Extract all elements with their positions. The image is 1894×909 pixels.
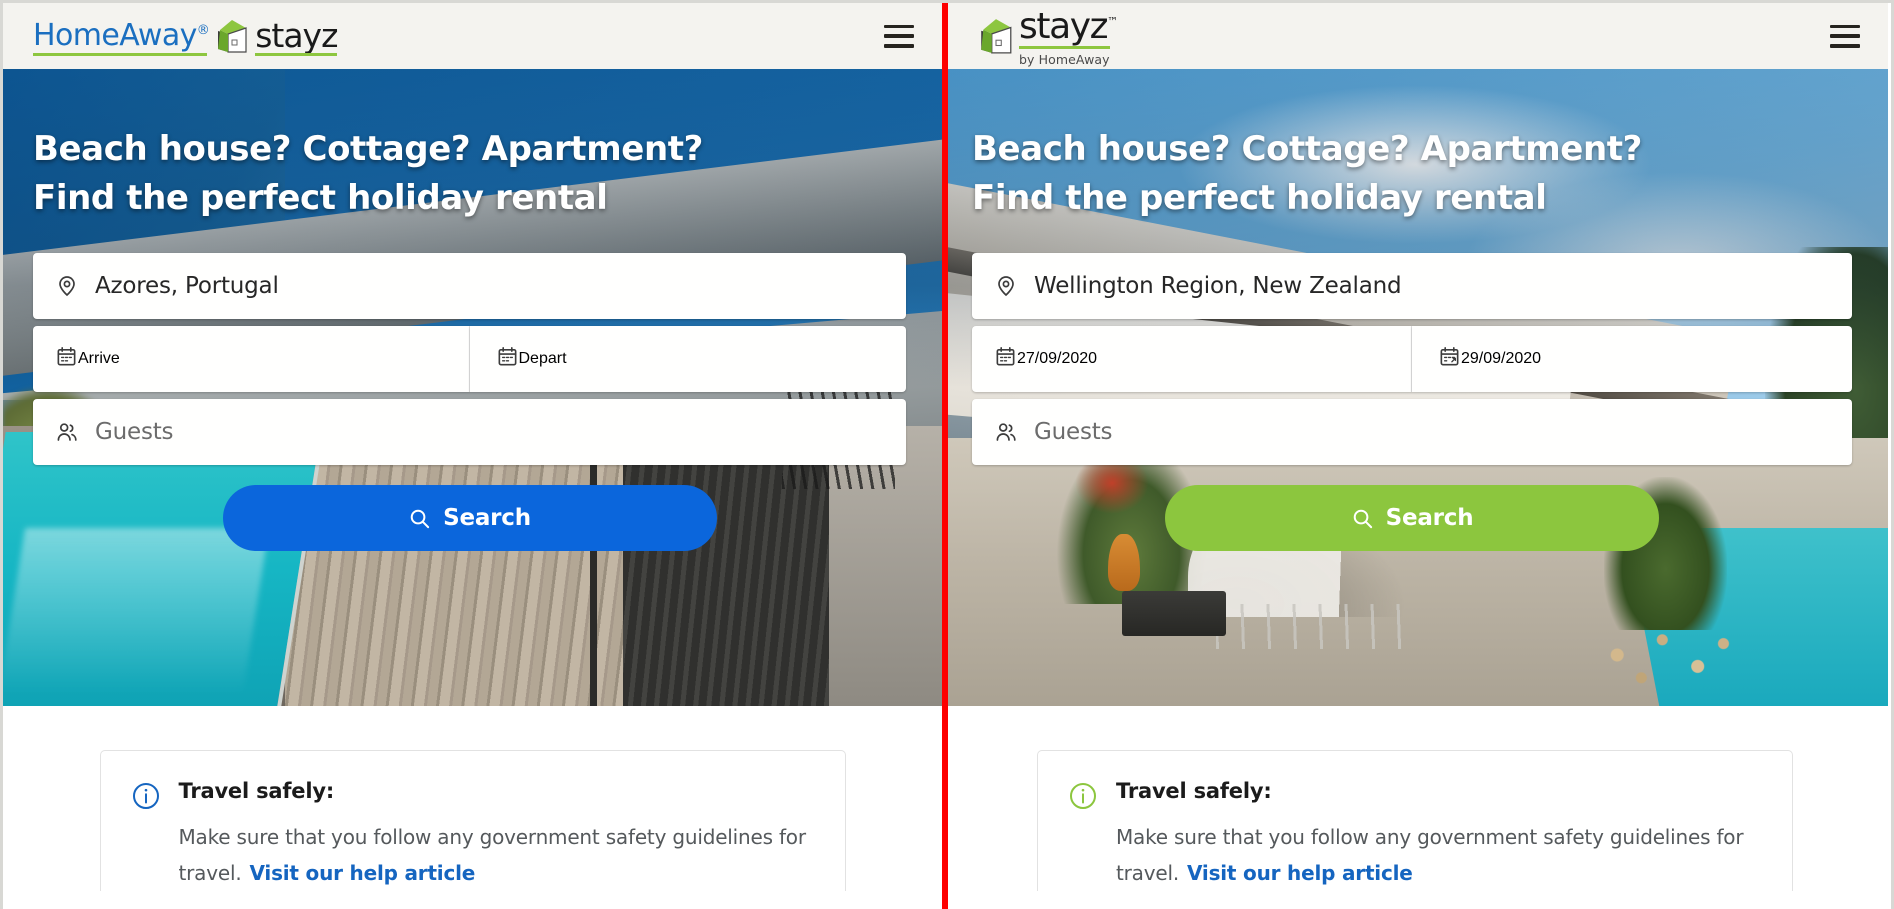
location-value: Azores, Portugal <box>95 273 279 299</box>
guests-input[interactable]: Guests <box>972 399 1852 465</box>
notice-body: Make sure that you follow any government… <box>1116 819 1758 891</box>
homeaway-wordmark: HomeAway® <box>33 15 210 56</box>
notice-body: Make sure that you follow any government… <box>179 819 811 891</box>
search-button[interactable]: Search <box>222 485 717 551</box>
map-pin-icon <box>55 273 81 299</box>
hero-headline: Beach house? Cottage? Apartment? Find th… <box>33 125 906 223</box>
guests-input[interactable]: Guests <box>33 399 906 465</box>
hamburger-menu-icon[interactable] <box>1830 24 1860 48</box>
hamburger-bar <box>884 34 914 38</box>
search-button-label: Search <box>443 505 531 531</box>
headline-line-1: Beach house? Cottage? Apartment? <box>33 129 703 169</box>
left-content-area: Travel safely: Make sure that you follow… <box>3 706 942 906</box>
hamburger-bar <box>1830 24 1860 28</box>
trademark-mark: ™ <box>1107 15 1119 28</box>
arrive-date-input[interactable]: 27/09/2020 <box>972 326 1412 392</box>
hamburger-bar <box>1830 34 1860 38</box>
right-header-bar: stayz™ by HomeAway <box>942 3 1888 69</box>
arrive-date-value: 27/09/2020 <box>1017 350 1098 367</box>
calendar-icon <box>1438 345 1461 373</box>
date-row: 27/09/2020 29/09/2020 <box>972 326 1852 392</box>
location-value: Wellington Region, New Zealand <box>1034 273 1402 299</box>
guests-icon <box>55 419 81 445</box>
search-icon <box>1351 507 1374 530</box>
arrive-date-value: Arrive <box>78 350 120 367</box>
comparison-page: HomeAway® stayz Beach house? Cottage? Ap… <box>0 0 1894 909</box>
search-button-label: Search <box>1385 505 1474 531</box>
travel-safely-notice: Travel safely: Make sure that you follow… <box>1037 750 1793 891</box>
depart-date-value: Depart <box>518 350 567 367</box>
right-hero: Beach house? Cottage? Apartment? Find th… <box>942 69 1888 706</box>
headline-line-1: Beach house? Cottage? Apartment? <box>972 129 1642 169</box>
hamburger-bar <box>1830 44 1860 48</box>
search-button[interactable]: Search <box>1165 485 1659 551</box>
headline-line-2: Find the perfect holiday rental <box>972 178 1547 218</box>
right-site-panel: stayz™ by HomeAway Beach house? Cottage?… <box>942 3 1888 906</box>
calendar-icon <box>55 345 78 373</box>
guests-value: Guests <box>95 419 174 445</box>
homeaway-stayz-logo[interactable]: HomeAway® stayz <box>33 15 338 56</box>
right-search-widget: Wellington Region, New Zealand 27/09/202… <box>972 253 1852 551</box>
depart-date-input[interactable]: 29/09/2020 <box>1412 326 1852 392</box>
notice-title: Travel safely: <box>1116 779 1272 803</box>
map-pin-icon <box>994 273 1020 299</box>
arrive-date-input[interactable]: Arrive <box>33 326 470 392</box>
hamburger-bar <box>884 24 914 28</box>
calendar-icon <box>994 345 1017 373</box>
left-search-widget: Azores, Portugal Arrive Depart Guests Se… <box>33 253 906 551</box>
help-article-link[interactable]: Visit our help article <box>1187 861 1413 885</box>
stayz-wordmark: stayz <box>255 16 338 56</box>
calendar-icon <box>496 345 519 373</box>
registered-mark: ® <box>196 23 210 38</box>
house-icon <box>215 18 249 54</box>
comparison-divider <box>942 3 948 909</box>
house-icon <box>978 17 1012 54</box>
date-row: Arrive Depart <box>33 326 906 392</box>
search-icon <box>408 507 431 530</box>
notice-title: Travel safely: <box>178 779 335 803</box>
right-content-area: Travel safely: Make sure that you follow… <box>942 706 1888 906</box>
travel-safely-notice: Travel safely: Make sure that you follow… <box>99 750 846 891</box>
help-article-link[interactable]: Visit our help article <box>249 861 475 885</box>
depart-date-value: 29/09/2020 <box>1461 350 1542 367</box>
location-input[interactable]: Wellington Region, New Zealand <box>972 253 1852 319</box>
guests-icon <box>994 419 1020 445</box>
guests-value: Guests <box>1034 419 1113 445</box>
info-circle-icon <box>131 781 161 811</box>
hamburger-menu-icon[interactable] <box>884 24 914 48</box>
stayz-subtitle: by HomeAway <box>1019 52 1110 67</box>
depart-date-input[interactable]: Depart <box>469 326 906 392</box>
left-site-panel: HomeAway® stayz Beach house? Cottage? Ap… <box>3 3 942 906</box>
location-input[interactable]: Azores, Portugal <box>33 253 906 319</box>
stayz-wordmark: stayz™ <box>1019 6 1119 49</box>
headline-line-2: Find the perfect holiday rental <box>33 178 608 218</box>
left-hero: Beach house? Cottage? Apartment? Find th… <box>3 69 942 706</box>
left-header-bar: HomeAway® stayz <box>3 3 942 69</box>
info-circle-icon <box>1068 781 1098 811</box>
stayz-logo[interactable]: stayz™ by HomeAway <box>972 9 1118 67</box>
hero-headline: Beach house? Cottage? Apartment? Find th… <box>972 125 1852 223</box>
hamburger-bar <box>884 44 914 48</box>
